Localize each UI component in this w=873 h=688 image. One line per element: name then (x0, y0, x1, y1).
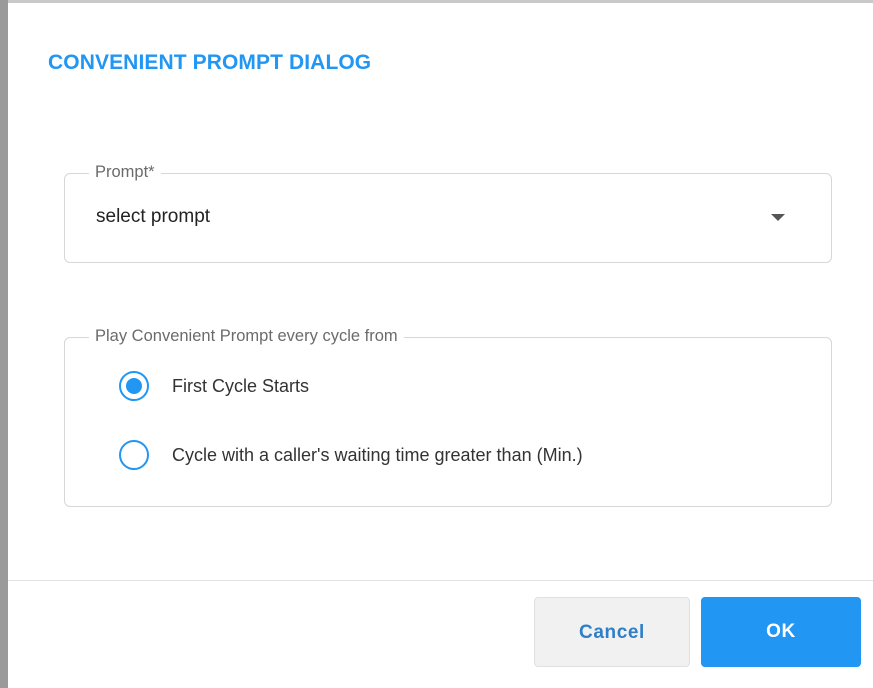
chevron-down-icon[interactable] (771, 214, 785, 221)
convenient-prompt-dialog: CONVENIENT PROMPT DIALOG Prompt* select … (8, 3, 873, 688)
cancel-button[interactable]: Cancel (534, 597, 690, 667)
radio-option-waiting-time[interactable]: Cycle with a caller's waiting time great… (65, 438, 825, 478)
radio-option-first-cycle[interactable]: First Cycle Starts (65, 369, 825, 409)
window-left-edge (0, 0, 8, 688)
footer-divider (8, 580, 873, 581)
prompt-select[interactable]: Prompt* select prompt (64, 163, 832, 263)
radio-label-waiting-time[interactable]: Cycle with a caller's waiting time great… (172, 445, 583, 466)
radio-dot (126, 378, 142, 394)
radio-label-first-cycle[interactable]: First Cycle Starts (172, 376, 309, 397)
prompt-select-value[interactable]: select prompt (96, 206, 210, 228)
prompt-label: Prompt* (89, 163, 161, 182)
cycle-radio-group: Play Convenient Prompt every cycle from … (64, 327, 832, 507)
cycle-group-legend: Play Convenient Prompt every cycle from (89, 327, 404, 346)
ok-button[interactable]: OK (701, 597, 861, 667)
radio-button[interactable] (119, 440, 149, 470)
radio-button-selected[interactable] (119, 371, 149, 401)
dialog-title: CONVENIENT PROMPT DIALOG (48, 51, 372, 74)
